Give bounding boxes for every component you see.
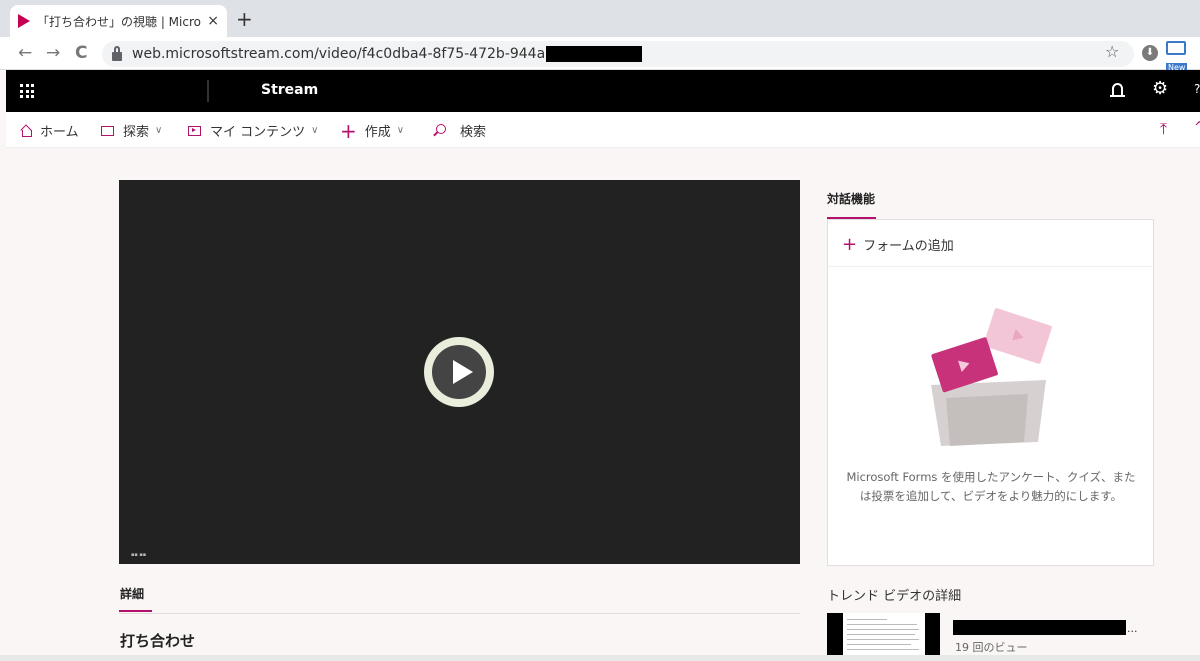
divider xyxy=(828,266,1153,267)
new-tab-button[interactable]: + xyxy=(236,9,253,29)
play-button[interactable] xyxy=(424,337,494,407)
back-icon[interactable]: ← xyxy=(18,43,32,63)
search-label: 検索 xyxy=(460,125,487,140)
close-tab-icon[interactable]: × xyxy=(207,13,219,29)
search-icon xyxy=(436,123,446,134)
add-form-label: フォームの追加 xyxy=(863,239,954,254)
home-icon xyxy=(20,125,32,137)
nav-home[interactable]: ホーム xyxy=(20,121,79,140)
interactivity-panel: + フォームの追加 Microsoft Forms を使用したアンケート、クイズ… xyxy=(827,219,1154,566)
app-launcher-icon[interactable] xyxy=(20,84,34,98)
trending-video-title-redacted[interactable] xyxy=(953,620,1126,635)
tab-details-underline xyxy=(119,610,152,612)
video-caption: ▪▪ ▪▪ xyxy=(131,552,147,558)
tab-title: 「打ち合わせ」の視聴 | Microsoft xyxy=(37,14,201,29)
tab-interactivity[interactable]: 対話機能 xyxy=(827,190,875,207)
nav-create-label: 作成 xyxy=(364,125,391,140)
trending-title: トレンド ビデオの詳細 xyxy=(827,589,962,604)
browser-tab[interactable]: 「打ち合わせ」の視聴 | Microsoft × xyxy=(10,5,227,37)
play-icon xyxy=(453,360,473,384)
chevron-down-icon: ∨ xyxy=(311,125,319,136)
command-bar: ホーム 探索 ∨ マイ コンテンツ ∨ + 作成 ∨ 検索 ⤒ ^ xyxy=(6,112,1200,148)
settings-gear-icon[interactable]: ⚙ xyxy=(1152,79,1168,99)
reload-icon[interactable]: C xyxy=(75,43,87,63)
tab-details[interactable]: 詳細 xyxy=(120,585,144,602)
trending-view-count: 19 回のビュー xyxy=(955,641,1028,654)
nav-explore[interactable]: 探索 ∨ xyxy=(101,121,162,140)
url-text: web.microsoftstream.com/video/f4c0dba4-8… xyxy=(132,46,546,62)
header-divider xyxy=(207,80,209,102)
browser-address-row: ← → C web.microsoftstream.com/video/f4c0… xyxy=(0,37,1200,72)
chevron-down-icon: ∨ xyxy=(155,125,163,136)
trending-video-thumbnail[interactable] xyxy=(827,613,940,656)
url-redaction xyxy=(546,46,643,62)
upload-icon[interactable]: ⤒ xyxy=(1160,119,1167,139)
explore-icon xyxy=(101,125,114,136)
stream-favicon-icon xyxy=(18,14,30,28)
bookmark-star-icon[interactable]: ☆ xyxy=(1105,42,1119,61)
nav-explore-label: 探索 xyxy=(123,125,150,140)
extension-icon[interactable]: ⬇ xyxy=(1142,45,1158,61)
nav-home-label: ホーム xyxy=(40,125,79,140)
search-box[interactable]: 検索 xyxy=(436,121,486,140)
app-header: Stream ⚙ ? xyxy=(6,70,1200,112)
video-title: 打ち合わせ xyxy=(120,632,196,650)
forward-icon[interactable]: → xyxy=(46,43,60,63)
trending-ellipsis: ... xyxy=(1127,622,1138,635)
address-bar[interactable]: web.microsoftstream.com/video/f4c0dba4-8… xyxy=(102,41,1134,67)
nav-create[interactable]: + 作成 ∨ xyxy=(340,118,405,143)
app-name[interactable]: Stream xyxy=(261,82,318,98)
overflow-icon[interactable]: ^ xyxy=(1194,120,1200,135)
nav-my-content-label: マイ コンテンツ xyxy=(210,125,306,140)
plus-icon: + xyxy=(340,118,357,143)
plus-icon: + xyxy=(842,233,858,255)
notification-bell-icon[interactable] xyxy=(1110,83,1125,97)
nav-my-content[interactable]: マイ コンテンツ ∨ xyxy=(188,121,318,140)
help-icon[interactable]: ? xyxy=(1194,82,1200,96)
horizontal-scrollbar[interactable] xyxy=(0,655,1200,661)
browser-tab-strip: 「打ち合わせ」の視聴 | Microsoft × + xyxy=(0,0,1200,37)
video-player[interactable]: ▪▪ ▪▪ xyxy=(119,180,800,564)
add-form-button[interactable]: + フォームの追加 xyxy=(842,235,954,254)
lock-icon xyxy=(112,45,122,61)
my-content-icon xyxy=(188,125,201,136)
forms-illustration xyxy=(931,308,1052,446)
divider xyxy=(119,613,800,614)
chevron-down-icon: ∨ xyxy=(396,125,405,136)
forms-description: Microsoft Forms を使用したアンケート、クイズ、または投票を追加し… xyxy=(846,470,1136,503)
new-extension-icon[interactable]: New xyxy=(1166,41,1188,72)
